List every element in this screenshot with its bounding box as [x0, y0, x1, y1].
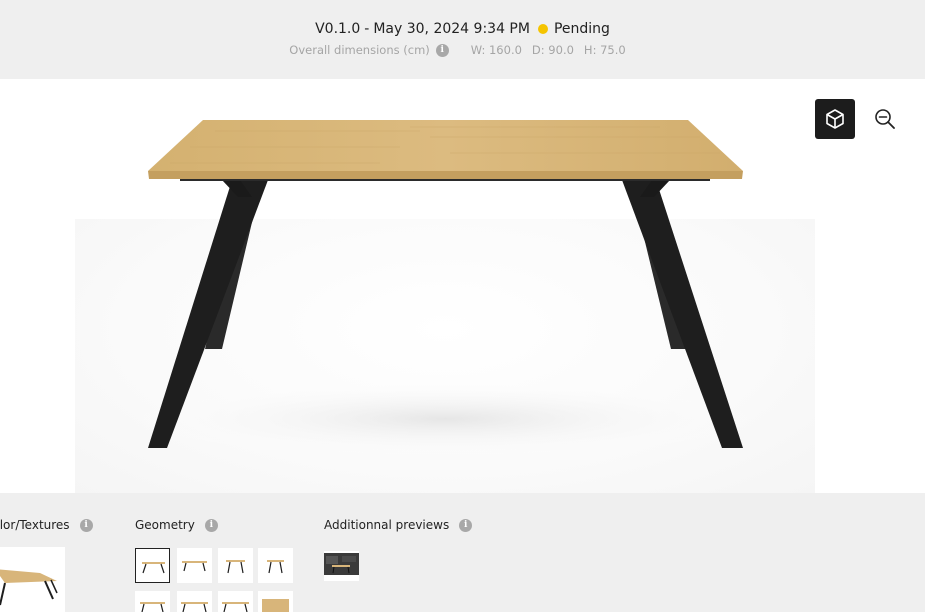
table-thumbnail-icon	[0, 569, 58, 606]
info-icon[interactable]: i	[204, 518, 218, 532]
color-textures-label: Color/Textures	[0, 518, 70, 532]
dimensions-label: Overall dimensions (cm)	[289, 43, 430, 57]
status-label: Pending	[553, 21, 610, 37]
geometry-option[interactable]	[218, 591, 253, 612]
version-separator: -	[364, 21, 370, 37]
additional-previews-label: Additionnal previews	[324, 518, 450, 532]
additional-previews-title: Additionnal previews i	[324, 518, 473, 532]
geometry-option[interactable]	[135, 591, 170, 612]
color-textures-title: Color/Textures i	[0, 518, 93, 532]
dimension-depth: D: 90.0	[531, 43, 574, 57]
dimension-width: W: 160.0	[470, 43, 522, 57]
geometry-option[interactable]	[177, 591, 212, 612]
geometry-option[interactable]	[258, 548, 293, 583]
viewer-header: V0.1.0 - May 30, 2024 9:34 PM Pending Ov…	[0, 0, 925, 79]
table-geometry-icon	[181, 602, 208, 612]
additional-preview-thumbnail[interactable]	[324, 551, 359, 581]
overall-dimensions: Overall dimensions (cm) i W: 160.0 D: 90…	[0, 43, 925, 57]
version-datetime: May 30, 2024 9:34 PM	[373, 21, 530, 37]
info-icon[interactable]: i	[79, 518, 93, 532]
table-geometry-icon	[182, 561, 207, 572]
room-preview-icon	[324, 553, 359, 575]
table-geometry-icon	[142, 562, 165, 574]
geometry-title: Geometry i	[135, 518, 218, 532]
table-render	[115, 120, 775, 459]
zoom-out-icon	[875, 109, 895, 129]
table-geometry-icon	[222, 602, 249, 612]
configuration-panels: Color/Textures i Geometry i	[0, 493, 925, 612]
cube-icon	[826, 109, 844, 129]
product-viewer[interactable]	[0, 79, 925, 493]
table-geometry-icon	[226, 560, 245, 574]
geometry-option[interactable]	[258, 591, 293, 612]
table-geometry-icon	[262, 599, 289, 612]
geometry-option[interactable]	[135, 548, 170, 583]
zoom-out-button[interactable]	[868, 101, 902, 137]
status-dot-icon	[537, 24, 548, 34]
table-geometry-icon	[140, 602, 165, 612]
dimension-height: H: 75.0	[583, 43, 626, 57]
version-info: V0.1.0 - May 30, 2024 9:34 PM Pending	[0, 21, 925, 37]
geometry-label: Geometry	[135, 518, 195, 532]
info-icon[interactable]: i	[459, 518, 473, 532]
table-geometry-icon	[267, 560, 284, 574]
version-number: V0.1.0	[315, 21, 361, 37]
color-texture-preview[interactable]	[0, 547, 65, 612]
3d-view-button[interactable]	[815, 99, 855, 139]
geometry-option[interactable]	[177, 548, 212, 583]
info-icon[interactable]: i	[435, 43, 449, 57]
geometry-option[interactable]	[218, 548, 253, 583]
